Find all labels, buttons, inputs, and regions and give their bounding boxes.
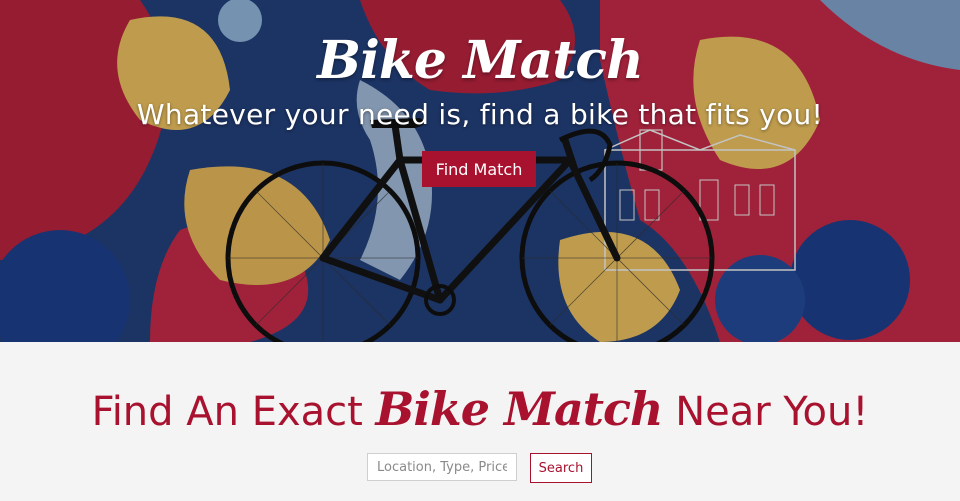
search-button[interactable]: Search — [530, 453, 592, 483]
find-match-button[interactable]: Find Match — [422, 151, 536, 187]
headline-brand: Bike Match — [375, 382, 664, 436]
hero-subtitle: Whatever your need is, find a bike that … — [136, 98, 824, 131]
search-headline: Find An Exact Bike Match Near You! — [0, 382, 960, 436]
headline-suffix: Near You! — [662, 389, 869, 435]
search-input[interactable] — [367, 453, 517, 481]
hero-banner: Bike Match Whatever your need is, find a… — [0, 0, 960, 342]
search-section: Find An Exact Bike Match Near You! Searc… — [0, 342, 960, 501]
hero-title: Bike Match — [317, 30, 644, 91]
headline-prefix: Find An Exact — [91, 389, 376, 435]
